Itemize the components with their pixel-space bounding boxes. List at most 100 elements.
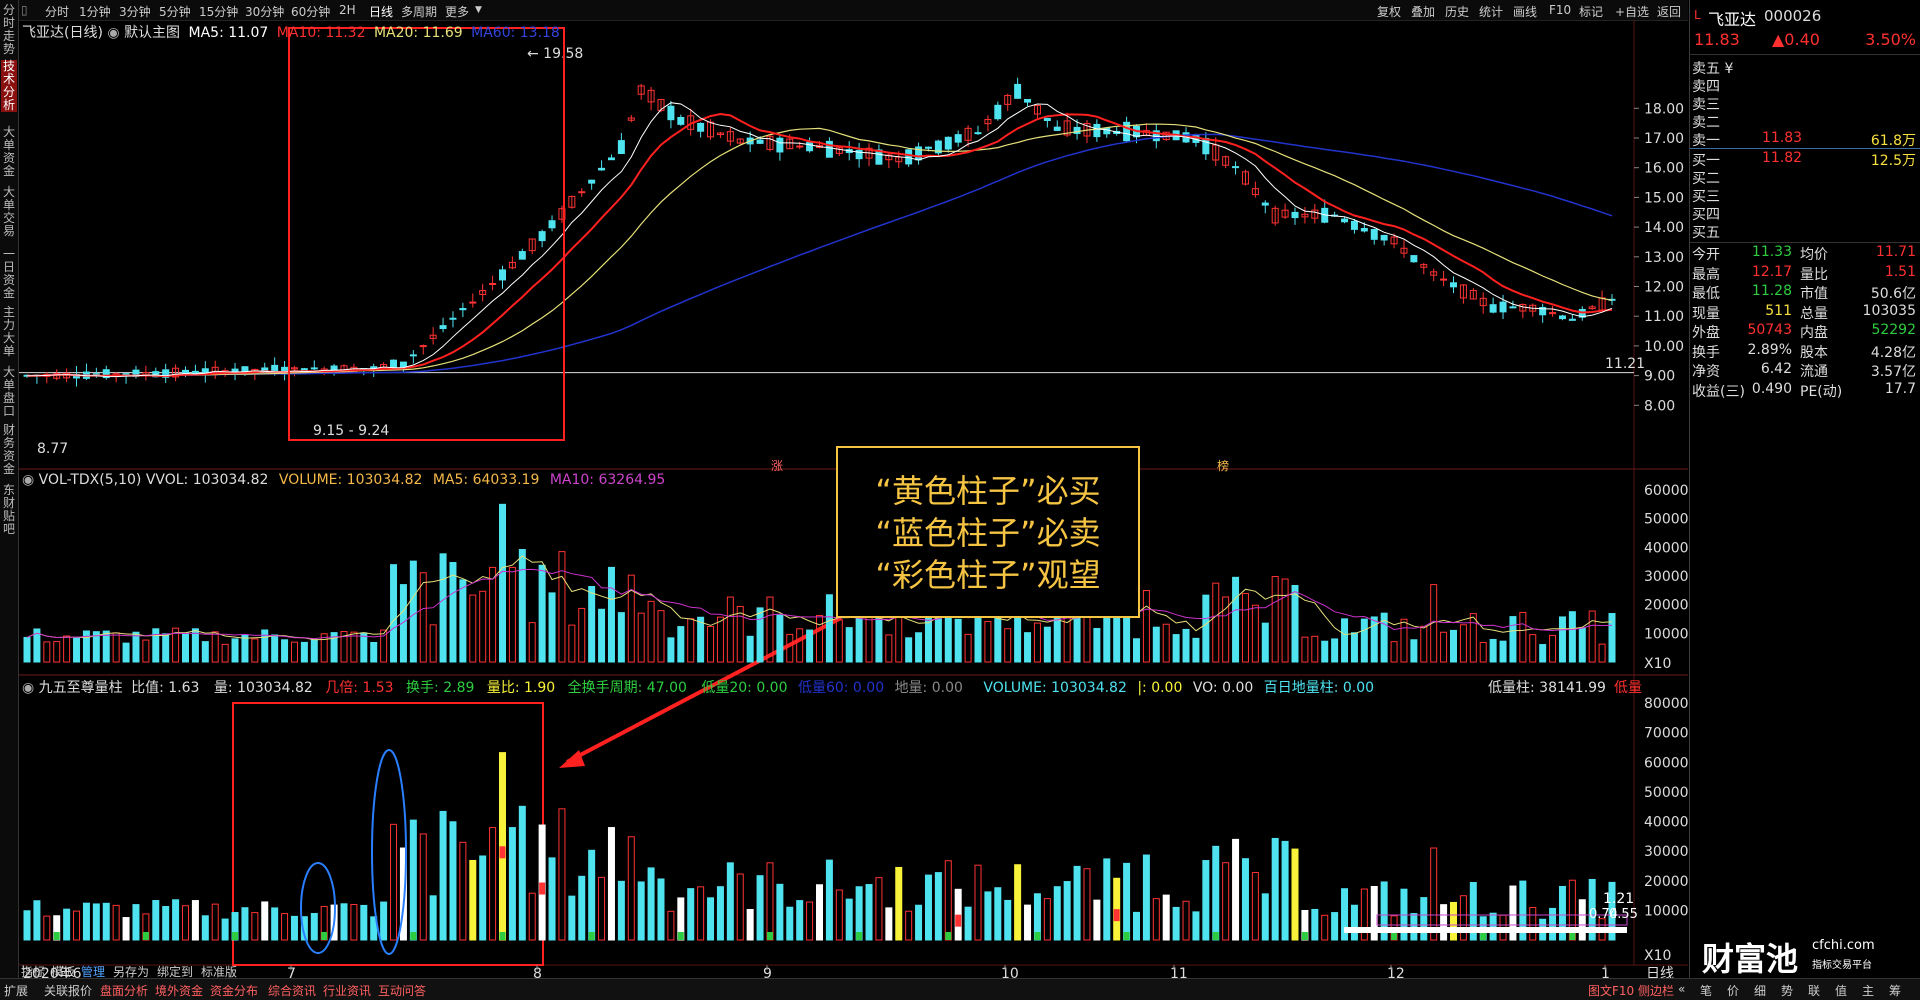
- ask-row[interactable]: 卖三: [1692, 94, 1918, 113]
- sub-manage[interactable]: 管理: [81, 963, 105, 980]
- f10-sidebar-link[interactable]: 图文F10 侧边栏: [1588, 982, 1674, 999]
- indicator-bar: [697, 886, 705, 941]
- toolbar-handle-icon: ▯: [21, 3, 28, 17]
- indicator-bar: [102, 902, 110, 941]
- candle-body: [1291, 211, 1299, 219]
- indicator-bar: [528, 892, 536, 941]
- bid-row[interactable]: 买四: [1692, 204, 1918, 223]
- volume-bar: [905, 637, 913, 663]
- stat-row[interactable]: 换手 2.89% 股本 4.28亿: [1692, 342, 1918, 361]
- nav-dadan-jiaoyi[interactable]: 大单交易: [1, 186, 17, 238]
- bid-row[interactable]: 买二: [1692, 168, 1918, 187]
- ask-vol: 61.8万: [1870, 133, 1916, 149]
- candle-body: [796, 145, 804, 148]
- period-2h[interactable]: 2H: [339, 3, 356, 17]
- indicator-bar: [1420, 897, 1428, 941]
- vol-gear-icon[interactable]: ◉: [22, 472, 39, 488]
- ind-gear-icon[interactable]: ◉: [22, 680, 39, 696]
- tab-foreign-funds[interactable]: 境外资金: [155, 982, 203, 999]
- indicator-bar: [726, 862, 734, 941]
- gear-icon[interactable]: ◉: [107, 25, 124, 41]
- period-5min[interactable]: 5分钟: [159, 3, 191, 20]
- nav-fenshi[interactable]: 分时走势: [1, 4, 17, 56]
- icon-main[interactable]: 主: [1862, 982, 1874, 999]
- ask-row[interactable]: 卖一 11.83 61.8万: [1692, 130, 1918, 149]
- tab-market-analysis[interactable]: 盘面分析: [100, 982, 148, 999]
- btn-back[interactable]: 返回: [1657, 3, 1681, 20]
- btn-fuquan[interactable]: 复权: [1377, 3, 1401, 20]
- btn-biaoji[interactable]: 标记: [1579, 3, 1603, 20]
- icon-price[interactable]: 价: [1727, 982, 1739, 999]
- sub-standard[interactable]: 标准版: [201, 963, 237, 980]
- vol-ma10-label: MA10: 63264.95: [549, 472, 666, 488]
- period-multi[interactable]: 多周期: [401, 3, 437, 20]
- ind-axis-label: 60000: [1644, 755, 1688, 771]
- stat-key: 市值: [1800, 286, 1828, 302]
- sub-template[interactable]: 模板: [51, 963, 75, 980]
- period-3min[interactable]: 3分钟: [119, 3, 151, 20]
- indicator-bar: [82, 902, 90, 941]
- icon-pen[interactable]: 笔: [1700, 982, 1712, 999]
- icon-chips[interactable]: 筹: [1889, 982, 1901, 999]
- stat-row[interactable]: 最低 11.28 市值 50.6亿: [1692, 283, 1918, 302]
- indicator-bar: [607, 827, 615, 941]
- bid-row[interactable]: 买一 11.82 12.5万: [1692, 150, 1918, 169]
- icon-value[interactable]: 值: [1835, 982, 1847, 999]
- bid-row[interactable]: 买五: [1692, 222, 1918, 241]
- tab-qa[interactable]: 互动问答: [378, 982, 426, 999]
- stat-row[interactable]: 净资 6.42 流通 3.57亿: [1692, 361, 1918, 380]
- bid-price: 11.82: [1762, 150, 1803, 166]
- stat-row[interactable]: 收益(三) 0.490 PE(动) 17.7: [1692, 381, 1918, 400]
- sub-bind[interactable]: 绑定到: [157, 963, 193, 980]
- volume-bar: [300, 641, 308, 663]
- nav-zhuli-dadan[interactable]: 主力大单: [1, 306, 17, 358]
- period-1min[interactable]: 1分钟: [79, 3, 111, 20]
- tab-industry-news[interactable]: 行业资讯: [323, 982, 371, 999]
- tab-news[interactable]: 综合资讯: [268, 982, 316, 999]
- stat-key: 换手: [1692, 344, 1720, 361]
- ask-row[interactable]: 卖四: [1692, 76, 1918, 95]
- sub-saveas[interactable]: 另存为: [113, 963, 149, 980]
- volume-bar: [855, 616, 863, 663]
- template-name[interactable]: 默认主图: [124, 25, 180, 41]
- nav-dadan-zijin[interactable]: 大单资金: [1, 126, 17, 178]
- nav-tieba[interactable]: 东财贴吧: [1, 484, 17, 536]
- nav-dadan-pankou[interactable]: 大单盘口: [1, 366, 17, 418]
- icon-link[interactable]: 联: [1808, 982, 1820, 999]
- sub-indicator[interactable]: 指标: [21, 963, 45, 980]
- more-chevron-icon[interactable]: ▼: [475, 5, 482, 15]
- tab-fund-dist[interactable]: 资金分布: [210, 982, 258, 999]
- indicator-bar: [122, 917, 130, 941]
- period-60min[interactable]: 60分钟: [291, 3, 330, 20]
- stat-value: 4.28亿: [1870, 344, 1916, 361]
- nav-jishu[interactable]: 技术分析: [1, 60, 17, 112]
- stat-row[interactable]: 最高 12.17 量比 1.51: [1692, 264, 1918, 283]
- indicator-bar: [241, 907, 249, 941]
- stat-row[interactable]: 外盘 50743 内盘 52292: [1692, 322, 1918, 341]
- btn-diejia[interactable]: 叠加: [1411, 3, 1435, 20]
- main-legend: 飞亚达(日线) ◉ 默认主图 MA5: 11.07 MA10: 11.32 MA…: [22, 22, 560, 42]
- stat-row[interactable]: 现量 511 总量 103035: [1692, 302, 1918, 322]
- btn-huaxian[interactable]: 画线: [1513, 3, 1537, 20]
- tab-related-quote[interactable]: 关联报价: [44, 982, 92, 999]
- tab-expand[interactable]: 扩展: [4, 982, 28, 999]
- stat-row[interactable]: 今开 11.33 均价 11.71: [1692, 244, 1918, 263]
- collapse-icon[interactable]: «: [1678, 982, 1685, 996]
- icon-trend[interactable]: 势: [1781, 982, 1793, 999]
- nav-yiri-zijin[interactable]: 一日资金: [1, 248, 17, 300]
- btn-add-watchlist[interactable]: +自选: [1615, 3, 1649, 20]
- period-30min[interactable]: 30分钟: [245, 3, 284, 20]
- ask5-row[interactable]: 卖五 ¥: [1692, 58, 1918, 77]
- bid-row[interactable]: 买三: [1692, 186, 1918, 205]
- icon-detail[interactable]: 细: [1754, 982, 1766, 999]
- nav-caiwu-zijin[interactable]: 财务资金: [1, 424, 17, 476]
- period-fenshi[interactable]: 分时: [45, 3, 69, 20]
- period-15min[interactable]: 15分钟: [199, 3, 238, 20]
- period-more[interactable]: 更多: [445, 3, 469, 20]
- btn-f10[interactable]: F10: [1549, 3, 1571, 17]
- period-daily[interactable]: 日线: [369, 3, 393, 20]
- stat-value: 511: [1765, 302, 1792, 319]
- btn-tongji[interactable]: 统计: [1479, 3, 1503, 20]
- ask-row[interactable]: 卖二: [1692, 112, 1918, 131]
- btn-lishi[interactable]: 历史: [1445, 3, 1469, 20]
